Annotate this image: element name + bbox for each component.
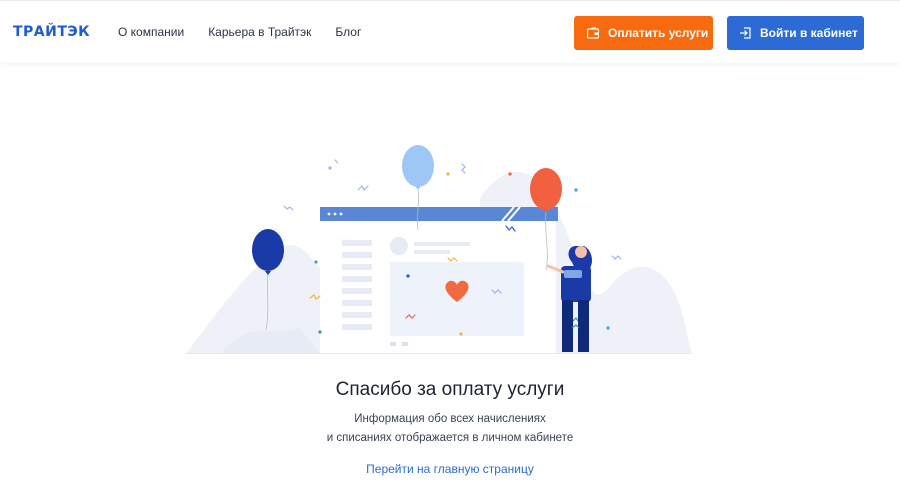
main-nav: О компании Карьера в Трайтэк Блог <box>118 25 385 39</box>
browser-window-graphic <box>320 206 558 354</box>
nav-item-about[interactable]: О компании <box>118 25 184 39</box>
pay-services-button[interactable]: Оплатить услуги <box>574 16 713 50</box>
success-illustration <box>186 145 692 354</box>
login-cabinet-label: Войти в кабинет <box>760 26 858 40</box>
subtitle-line-2: и списаниях отображается в личном кабине… <box>326 432 574 444</box>
pay-services-label: Оплатить услуги <box>608 26 709 40</box>
home-page-link[interactable]: Перейти на главную страницу <box>0 462 900 476</box>
nav-item-blog[interactable]: Блог <box>335 25 361 39</box>
top-header: ТРАЙТЭК О компании Карьера в Трайтэк Бло… <box>0 0 900 62</box>
login-cabinet-button[interactable]: Войти в кабинет <box>727 16 864 50</box>
brand-logo[interactable]: ТРАЙТЭК <box>13 24 90 40</box>
page-title: Спасибо за оплату услуги <box>335 379 565 400</box>
subtitle-line-1: Информация обо всех начислениях <box>354 413 546 425</box>
wallet-icon <box>587 27 599 39</box>
nav-item-career[interactable]: Карьера в Трайтэк <box>208 25 311 39</box>
login-icon <box>740 27 751 39</box>
